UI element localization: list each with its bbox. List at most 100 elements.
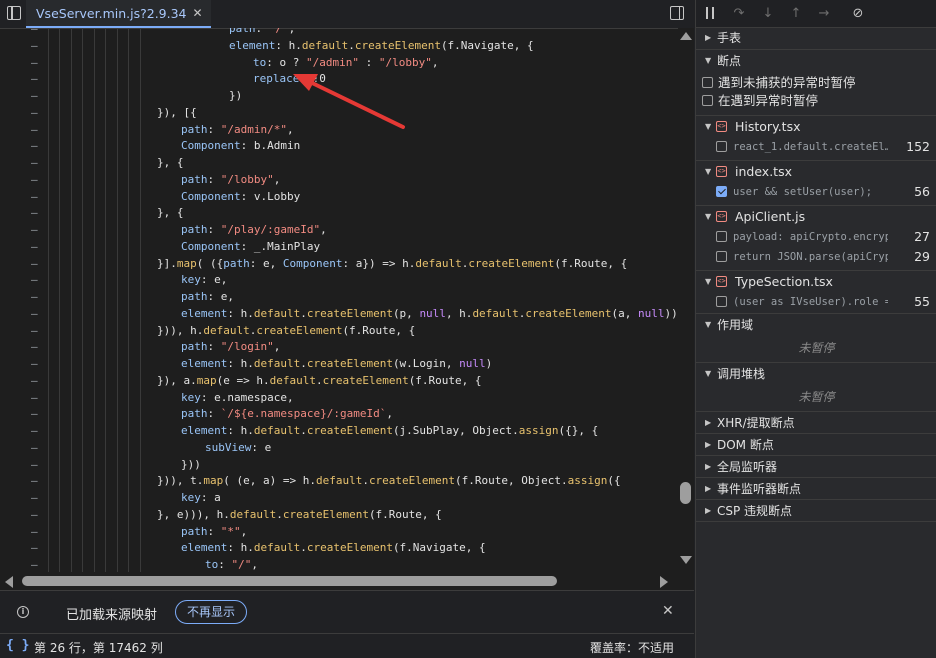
breakpoints-section-header[interactable]: ▼ 断点 [696, 49, 936, 71]
breakpoint-row[interactable]: payload: apiCrypto.encrypt… 27 [696, 227, 936, 247]
step-out-icon[interactable]: ↑ [786, 4, 806, 24]
horizontal-scroll-thumb[interactable] [22, 576, 557, 586]
code-line[interactable]: – element: h.default.createElement(f.Navi… [0, 37, 678, 54]
csp-breakpoints-header[interactable]: ▶ CSP 违规断点 [696, 499, 936, 522]
line-number-marker[interactable]: – [31, 322, 38, 339]
breakpoint-row[interactable]: return JSON.parse(apiCrypt… 29 [696, 247, 936, 267]
code-line[interactable]: – element: h.default.createElement(w.Logi… [0, 355, 678, 372]
line-number-marker[interactable]: – [31, 355, 38, 372]
breakpoint-checkbox[interactable] [716, 231, 727, 242]
line-number-marker[interactable]: – [31, 171, 38, 188]
breakpoint-file-header[interactable]: ▼ <> ApiClient.js [696, 205, 936, 227]
pause-caught-checkbox[interactable] [702, 95, 713, 106]
code-line[interactable]: – key: e, [0, 271, 678, 288]
breakpoint-row[interactable]: (user as IVseUser).role ==… 55 [696, 292, 936, 312]
line-number-marker[interactable]: – [31, 121, 38, 138]
code-line[interactable]: – element: h.default.createElement(f.Navi… [0, 539, 678, 556]
watch-section-header[interactable]: ▶ 手表 [696, 27, 936, 49]
code-line[interactable]: –}), [{ [0, 104, 678, 121]
code-line[interactable]: –})) [0, 456, 678, 473]
breakpoint-checkbox[interactable] [716, 296, 727, 307]
code-line[interactable]: – subView: e [0, 439, 678, 456]
code-line[interactable]: – path: `/${e.namespace}/:gameId`, [0, 405, 678, 422]
pause-caught-option[interactable]: 在遇到异常时暂停 [696, 92, 936, 110]
line-number-marker[interactable]: – [31, 472, 38, 489]
code-line[interactable]: –}, { [0, 204, 678, 221]
line-number-marker[interactable]: – [31, 288, 38, 305]
call-stack-section-header[interactable]: ▼ 调用堆栈 [696, 362, 936, 384]
code-line[interactable]: – to: "/", [0, 556, 678, 572]
breakpoint-checkbox[interactable] [716, 141, 727, 152]
code-editor[interactable]: – path: "/", – element: h.default.createEle… [0, 28, 678, 572]
step-icon[interactable]: → [814, 4, 834, 24]
file-tab[interactable]: VseServer.min.js?2.9.34 ✕ [26, 0, 211, 28]
line-number-marker[interactable]: – [31, 305, 38, 322]
xhr-breakpoints-header[interactable]: ▶ XHR/提取断点 [696, 411, 936, 433]
deactivate-breakpoints-icon[interactable]: ⊘ [848, 4, 868, 24]
code-line[interactable]: – path: "/play/:gameId", [0, 221, 678, 238]
code-line[interactable]: –}), a.map(e => h.default.createElement(… [0, 372, 678, 389]
line-number-marker[interactable]: – [31, 221, 38, 238]
line-number-marker[interactable]: – [31, 422, 38, 439]
line-number-marker[interactable]: – [31, 154, 38, 171]
pause-resume-icon[interactable] [701, 4, 721, 24]
scroll-left-icon[interactable] [5, 576, 13, 588]
scroll-up-icon[interactable] [680, 32, 692, 40]
line-number-marker[interactable]: – [31, 255, 38, 272]
line-number-marker[interactable]: – [31, 389, 38, 406]
breakpoint-row[interactable]: user && setUser(user); 56 [696, 182, 936, 202]
code-line[interactable]: –}].map( ({path: e, Component: a}) => h.… [0, 255, 678, 272]
toggle-debugger-icon[interactable] [670, 6, 684, 20]
code-line[interactable]: – path: "/", [0, 28, 678, 37]
line-number-marker[interactable]: – [31, 37, 38, 54]
horizontal-scrollbar[interactable] [0, 572, 678, 590]
line-number-marker[interactable]: – [31, 271, 38, 288]
infobar-close-icon[interactable]: ✕ [662, 603, 674, 619]
breakpoint-file-header[interactable]: ▼ <> TypeSection.tsx [696, 270, 936, 292]
code-line[interactable]: – key: e.namespace, [0, 389, 678, 406]
vertical-scrollbar[interactable] [678, 28, 694, 572]
line-number-marker[interactable]: – [31, 489, 38, 506]
line-number-marker[interactable]: – [31, 456, 38, 473]
code-line[interactable]: – path: "/lobby", [0, 171, 678, 188]
close-tab-icon[interactable]: ✕ [193, 7, 203, 19]
code-line[interactable]: –}, e))), h.default.createElement(f.Rout… [0, 506, 678, 523]
pause-uncaught-checkbox[interactable] [702, 77, 713, 88]
breakpoint-file-header[interactable]: ▼ <> History.tsx [696, 115, 936, 137]
scroll-down-icon[interactable] [680, 556, 692, 564]
code-line[interactable]: – to: o ? "/admin" : "/lobby", [0, 54, 678, 71]
line-number-marker[interactable]: – [31, 54, 38, 71]
code-line[interactable]: – path: "/admin/*", [0, 121, 678, 138]
line-number-marker[interactable]: – [31, 523, 38, 540]
toggle-navigator-icon[interactable] [7, 6, 21, 20]
step-over-icon[interactable]: ↷ [729, 4, 749, 24]
pretty-print-icon[interactable]: { } [6, 638, 29, 653]
breakpoint-checkbox[interactable] [716, 251, 727, 262]
breakpoint-checkbox[interactable] [716, 186, 727, 197]
code-line[interactable]: –})), t.map( (e, a) => h.default.createE… [0, 472, 678, 489]
code-line[interactable]: – element: h.default.createElement(p, nul… [0, 305, 678, 322]
vertical-scroll-thumb[interactable] [680, 482, 691, 504]
code-line[interactable]: –}) [0, 87, 678, 104]
breakpoint-row[interactable]: react_1.default.createEl… 152 [696, 137, 936, 157]
line-number-marker[interactable]: – [31, 338, 38, 355]
code-line[interactable]: – Component: _.MainPlay [0, 238, 678, 255]
code-line[interactable]: – key: a [0, 489, 678, 506]
line-number-marker[interactable]: – [31, 188, 38, 205]
line-number-marker[interactable]: – [31, 405, 38, 422]
line-number-marker[interactable]: – [31, 28, 38, 37]
code-line[interactable]: – Component: b.Admin [0, 137, 678, 154]
scroll-right-icon[interactable] [660, 576, 668, 588]
line-number-marker[interactable]: – [31, 372, 38, 389]
line-number-marker[interactable]: – [31, 439, 38, 456]
line-number-marker[interactable]: – [31, 204, 38, 221]
event-listener-breakpoints-header[interactable]: ▶ 事件监听器断点 [696, 477, 936, 499]
code-line[interactable]: – replace: !0 [0, 70, 678, 87]
code-line[interactable]: – element: h.default.createElement(j.SubP… [0, 422, 678, 439]
dom-breakpoints-header[interactable]: ▶ DOM 断点 [696, 433, 936, 455]
breakpoint-file-header[interactable]: ▼ <> index.tsx [696, 160, 936, 182]
line-number-marker[interactable]: – [31, 556, 38, 572]
code-line[interactable]: –})), h.default.createElement(f.Route, { [0, 322, 678, 339]
coverage-status[interactable]: 覆盖率：不适用 [590, 639, 674, 656]
code-line[interactable]: – path: "/login", [0, 338, 678, 355]
